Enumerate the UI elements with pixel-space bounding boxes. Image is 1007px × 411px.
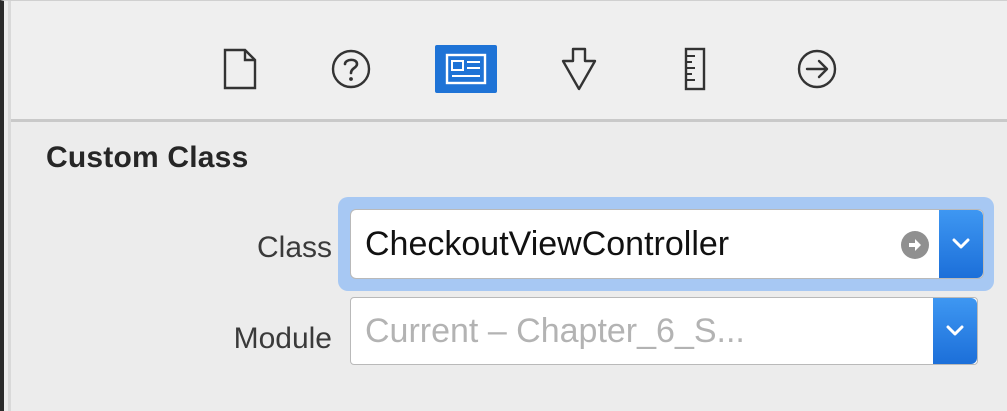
attributes-inspector-tab[interactable] bbox=[551, 41, 607, 97]
module-field-placeholder[interactable]: Current – Chapter_6_S... bbox=[365, 312, 745, 351]
help-icon bbox=[331, 49, 371, 89]
module-label: Module bbox=[233, 322, 332, 355]
chevron-down-icon bbox=[952, 238, 970, 249]
attributes-icon bbox=[561, 47, 597, 91]
inspector-toolbar bbox=[11, 1, 1007, 119]
file-inspector-tab[interactable] bbox=[212, 41, 268, 97]
connections-icon bbox=[797, 49, 837, 89]
identity-icon bbox=[445, 53, 487, 85]
module-dropdown-button[interactable] bbox=[933, 298, 977, 364]
class-dropdown-button[interactable] bbox=[939, 210, 983, 278]
size-inspector-tab[interactable] bbox=[667, 41, 723, 97]
navigate-to-class-button[interactable] bbox=[901, 231, 929, 259]
size-icon bbox=[684, 47, 706, 91]
chevron-down-icon bbox=[946, 325, 964, 336]
inspector-panel: Custom Class Class CheckoutViewControlle… bbox=[0, 0, 1007, 411]
class-field-value[interactable]: CheckoutViewController bbox=[365, 225, 729, 264]
class-label: Class bbox=[256, 231, 332, 264]
connections-inspector-tab[interactable] bbox=[789, 41, 845, 97]
identity-inspector-tab[interactable] bbox=[435, 45, 497, 93]
arrow-right-circle-icon bbox=[909, 239, 921, 251]
toolbar-divider bbox=[11, 119, 1007, 122]
file-icon bbox=[223, 48, 257, 90]
quick-help-tab[interactable] bbox=[323, 41, 379, 97]
class-combobox[interactable]: CheckoutViewController bbox=[350, 209, 984, 279]
module-combobox[interactable]: Current – Chapter_6_S... bbox=[350, 297, 978, 365]
section-title: Custom Class bbox=[46, 141, 249, 174]
